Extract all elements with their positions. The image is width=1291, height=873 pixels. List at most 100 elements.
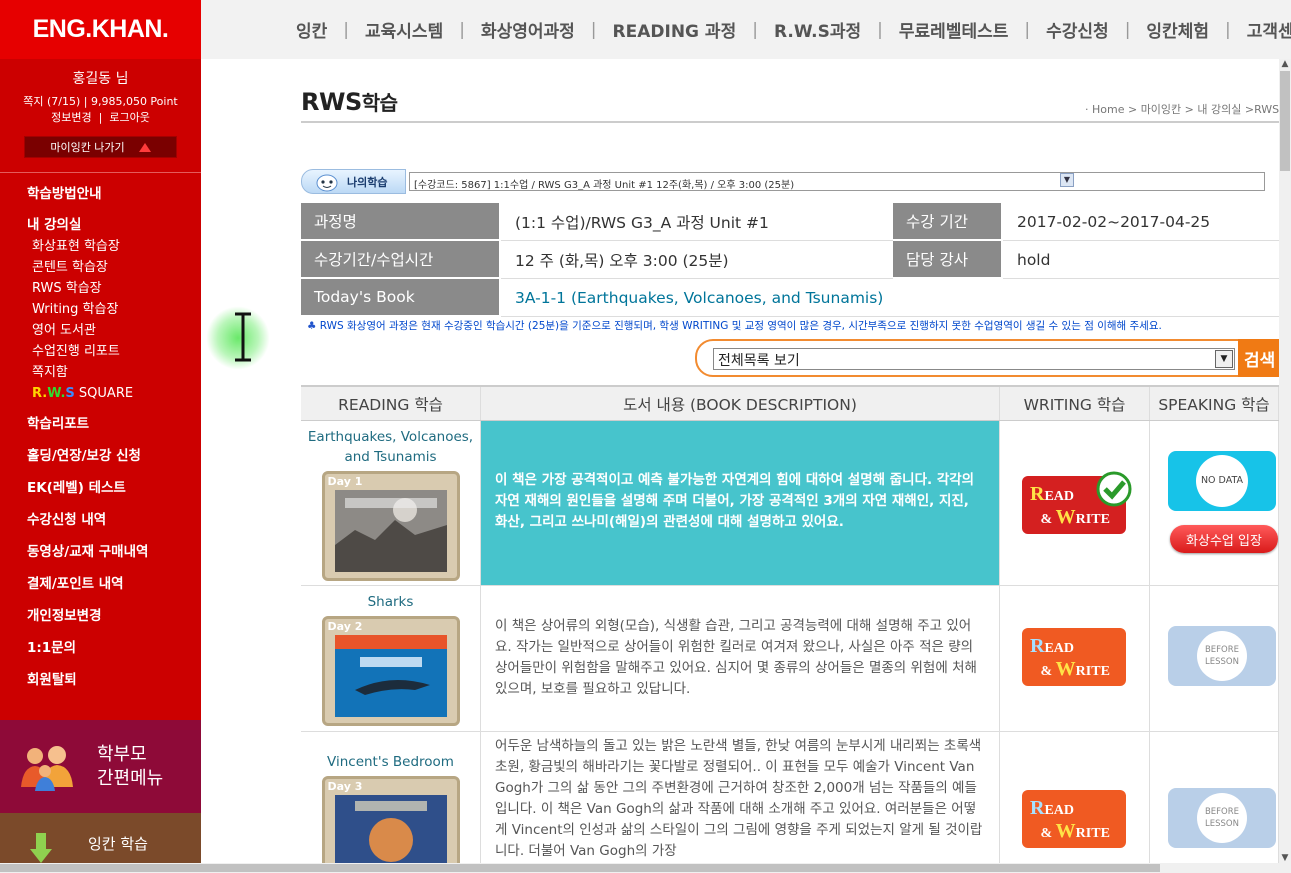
notice: ♣ RWS 화상영어 과정은 현재 수강중인 학습시간 (25분)을 기준으로 … <box>307 318 1279 333</box>
sidebar-item[interactable]: 홀딩/연장/보강 신청 <box>27 445 201 477</box>
rw-letter: R <box>1030 635 1045 657</box>
nav-item[interactable]: 잉칸 <box>296 17 327 42</box>
speaking-cell: BEFORE LESSON <box>1150 586 1279 731</box>
nav-item[interactable]: 수강신청 <box>1046 17 1109 42</box>
column-header: READING 학습 <box>301 387 481 420</box>
rw-letter: W <box>1055 658 1076 680</box>
column-header: SPEAKING 학습 <box>1150 387 1279 420</box>
myikan-exit-label: 마이잉칸 나가기 <box>50 141 125 154</box>
submenu-item[interactable]: 화상표현 학습장 <box>32 236 201 257</box>
todays-book-link[interactable]: 3A-1-1 (Earthquakes, Volcanoes, and Tsun… <box>501 279 1279 317</box>
mascot-icon <box>316 174 338 192</box>
rw-text: & <box>1040 826 1056 841</box>
sidebar-item-my-class[interactable]: 내 강의실 <box>27 215 201 236</box>
filter-bar: 전체목록 보기 ▼ 검색 <box>695 339 1279 377</box>
page-title-main: RWS <box>301 88 362 116</box>
column-header: WRITING 학습 <box>1000 387 1150 420</box>
nav-item[interactable]: READING 과정 <box>613 17 737 42</box>
nav-separator: | <box>459 19 465 40</box>
sidebar-item[interactable]: 회원탈퇴 <box>27 669 201 701</box>
chevron-down-icon[interactable]: ▼ <box>1215 350 1233 368</box>
vertical-scroll-thumb[interactable] <box>1280 71 1290 171</box>
submenu-item[interactable]: 콘텐트 학습장 <box>32 257 201 278</box>
site-logo[interactable]: ENG.KHAN. <box>0 0 201 59</box>
logout-link[interactable]: 로그아웃 <box>109 111 149 124</box>
sidebar-item[interactable]: 동영상/교재 구매내역 <box>27 541 201 573</box>
sidebar-item[interactable]: 개인정보변경 <box>27 605 201 637</box>
book-table-header: READING 학습 도서 내용 (BOOK DESCRIPTION) WRIT… <box>301 385 1279 421</box>
breadcrumb[interactable]: · Home > 마이잉칸 > 내 강의실 >RWS 학습 <box>1085 101 1279 117</box>
submenu-item[interactable]: 쪽지함 <box>32 362 201 383</box>
rw-letter: W <box>1055 820 1076 842</box>
book-cover[interactable]: Day 3 <box>321 776 460 863</box>
sidebar-item[interactable]: EK(레벨) 테스트 <box>27 477 201 509</box>
nav-item[interactable]: 화상영어과정 <box>481 17 575 42</box>
my-learning-label: 나의학습 <box>347 175 388 189</box>
day-tag: Day 1 <box>327 475 363 488</box>
read-write-button[interactable]: READ & WRITE <box>1022 790 1126 848</box>
day-tag: Day 3 <box>327 780 363 793</box>
myikan-exit-button[interactable]: 마이잉칸 나가기 <box>24 136 177 158</box>
submenu-item[interactable]: RWS 학습장 <box>32 278 201 299</box>
search-button[interactable]: 검색 <box>1238 339 1279 377</box>
course-schedule: 12 주 (화,목) 오후 3:00 (25분) <box>501 241 893 279</box>
submenu-item[interactable]: 영어 도서관 <box>32 320 201 341</box>
horizontal-scroll-thumb[interactable] <box>0 864 1160 872</box>
reading-cell: Vincent's Bedroom Day 3 <box>301 732 481 863</box>
sidebar-item[interactable]: 1:1문의 <box>27 637 201 669</box>
table-row: Sharks Day 2 이 책은 상어류의 외형(모습), 식생활 습관, 그… <box>301 586 1279 732</box>
description-cell: 이 책은 가장 공격적이고 예측 불가능한 자연계의 힘에 대하여 설명해 줍니… <box>481 421 1000 585</box>
sidebar: ENG.KHAN. 홍길동 님 쪽지 (7/15) | 9,985,050 Po… <box>0 0 201 873</box>
video-class-enter-button[interactable]: 화상수업 입장 <box>1170 525 1278 553</box>
submenu-item-rws-square[interactable]: R.W.S SQUARE <box>32 383 201 404</box>
before-lesson-label: BEFORE LESSON <box>1197 631 1247 681</box>
submenu-item[interactable]: Writing 학습장 <box>32 299 201 320</box>
book-cover[interactable]: Day 1 <box>321 471 460 581</box>
writing-cell: READ & WRITE <box>1000 586 1150 731</box>
top-nav: 잉칸 | 교육시스템 | 화상영어과정 | READING 과정 | R.W.S과정 | … <box>201 0 1291 59</box>
screen: ENG.KHAN. 홍길동 님 쪽지 (7/15) | 9,985,050 Po… <box>0 0 1291 873</box>
day-tag: Day 2 <box>327 620 363 633</box>
horizontal-scrollbar[interactable] <box>0 863 1291 873</box>
chevron-down-icon[interactable]: ▼ <box>1060 173 1074 187</box>
user-box: 홍길동 님 쪽지 (7/15) | 9,985,050 Point 정보변경 |… <box>0 59 201 158</box>
nav-item[interactable]: 교육시스템 <box>365 17 443 42</box>
book-title[interactable]: Sharks <box>301 586 480 612</box>
sidebar-item[interactable]: 수강신청 내역 <box>27 509 201 541</box>
nav-item[interactable]: 잉칸체험 <box>1146 17 1209 42</box>
profile-link[interactable]: 정보변경 <box>51 111 91 124</box>
book-filter-select[interactable]: 전체목록 보기 ▼ <box>713 348 1235 370</box>
course-select[interactable]: [수강코드: 5867] 1:1수업 / RWS G3_A 과정 Unit #1… <box>409 172 1265 191</box>
parent-menu-button[interactable]: 학부모 간편메뉴 <box>0 720 201 813</box>
sidebar-item-guide[interactable]: 학습방법안내 <box>27 184 201 205</box>
parent-menu-line1: 학부모 <box>97 743 147 765</box>
scroll-down-icon[interactable]: ▼ <box>1279 853 1291 863</box>
rw-text: & <box>1040 664 1056 679</box>
user-meta[interactable]: 쪽지 (7/15) | 9,985,050 Point <box>0 94 201 110</box>
club-icon: ♣ <box>307 320 317 332</box>
rw-letter: W <box>1055 506 1076 528</box>
book-title[interactable]: Vincent's Bedroom <box>301 732 480 772</box>
no-data-label: NO DATA <box>1196 455 1248 507</box>
vertical-scrollbar[interactable]: ▲ ▼ <box>1279 59 1291 863</box>
scroll-up-icon[interactable]: ▲ <box>1279 59 1291 69</box>
sidebar-item[interactable]: 학습리포트 <box>27 413 201 445</box>
submenu-item[interactable]: 수업진행 리포트 <box>32 341 201 362</box>
rws-square-label: SQUARE <box>74 386 134 401</box>
book-cover[interactable]: Day 2 <box>321 616 460 726</box>
nav-separator: | <box>1024 19 1031 40</box>
book-cover-image <box>334 795 447 863</box>
nav-item[interactable]: R.W.S과정 <box>774 17 861 42</box>
nav-separator: | <box>877 19 883 40</box>
page-title: RWS학습 <box>301 87 398 116</box>
nav-item[interactable]: 무료레벨테스트 <box>899 17 1008 42</box>
course-teacher: hold <box>1003 241 1279 279</box>
sidebar-menu: 학습방법안내 내 강의실 화상표현 학습장 콘텐트 학습장 RWS 학습장 Wr… <box>0 173 201 701</box>
sidebar-item[interactable]: 결제/포인트 내역 <box>27 573 201 605</box>
book-title[interactable]: Earthquakes, Volcanoes, and Tsunamis <box>301 421 480 467</box>
book-description: 이 책은 상어류의 외형(모습), 식생활 습관, 그리고 공격능력에 대해 설… <box>495 618 977 697</box>
nav-item[interactable]: 고객센터 <box>1247 17 1291 42</box>
read-write-button[interactable]: READ & WRITE <box>1022 628 1126 686</box>
info-label: 담당 강사 <box>893 241 1003 279</box>
learn-label: 잉칸 학습 <box>88 834 148 853</box>
